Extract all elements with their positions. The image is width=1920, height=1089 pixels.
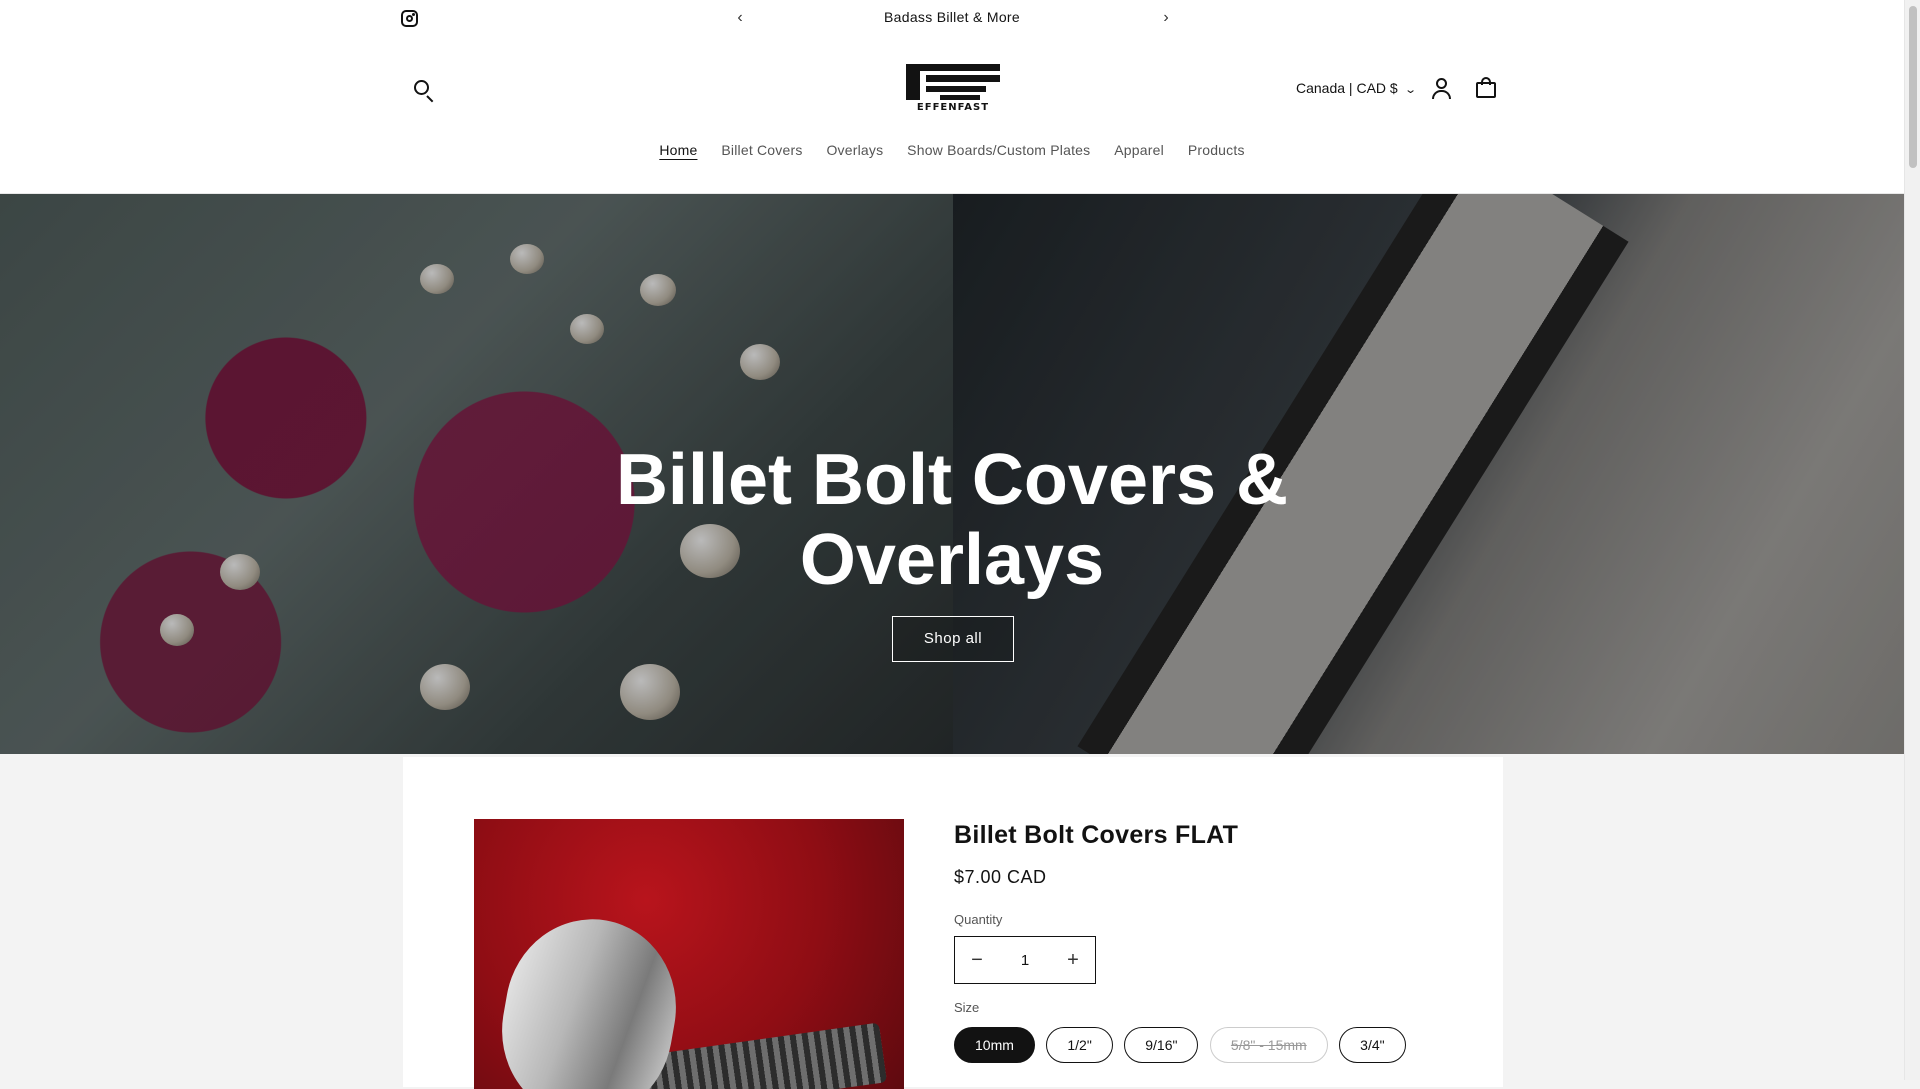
nav-item-products[interactable]: Products [1188,142,1245,158]
nav-item-apparel[interactable]: Apparel [1114,142,1164,158]
featured-product: Billet Bolt Covers FLAT $7.00 CAD Quanti… [403,757,1503,1089]
nav-item-overlays[interactable]: Overlays [826,142,883,158]
page-scrollbar[interactable] [1904,0,1920,1080]
site-header: EFFENFAST Canada | CAD $ ⌄ Home Billet Co… [0,36,1904,194]
nav-item-show-boards[interactable]: Show Boards/Custom Plates [907,142,1090,158]
quantity-increase-button[interactable]: + [1051,937,1095,983]
quantity-label: Quantity [954,912,1003,927]
size-options: 10mm 1/2" 9/16" 5/8" - 15mm 3/4" [954,1027,1514,1073]
search-icon[interactable] [410,76,438,104]
chevron-right-icon[interactable]: › [1156,8,1176,28]
nav-item-billet-covers[interactable]: Billet Covers [721,142,802,158]
cart-icon[interactable] [1474,76,1498,102]
product-price: $7.00 CAD [954,867,1047,887]
size-option[interactable]: 3/4" [1339,1027,1406,1063]
logo-wordmark: EFFENFAST [916,102,990,113]
announcement-message: Badass Billet & More [884,9,1020,25]
country-selector-label: Canada | CAD $ [1296,80,1398,96]
size-label: Size [954,1000,980,1015]
quantity-stepper: − + [954,936,1096,984]
announcement-bar: ‹ Badass Billet & More › [0,0,1904,36]
instagram-icon[interactable] [401,10,418,27]
main-nav: Home Billet Covers Overlays Show Boards/… [0,142,1904,158]
quantity-decrease-button[interactable]: − [955,937,999,983]
hero-title: Billet Bolt Covers & Overlays [615,440,1289,600]
country-selector[interactable]: Canada | CAD $ ⌄ [1296,80,1417,96]
chevron-down-icon: ⌄ [1403,84,1417,96]
page: ‹ Badass Billet & More › EFFENFAST Canad… [0,0,1904,1089]
size-option[interactable]: 10mm [954,1027,1035,1063]
site-logo[interactable]: EFFENFAST [906,64,1000,114]
size-option[interactable]: 9/16" [1124,1027,1199,1063]
nav-item-home[interactable]: Home [659,142,697,158]
size-option[interactable]: 1/2" [1046,1027,1113,1063]
quantity-input[interactable] [999,937,1051,983]
shop-all-button[interactable]: Shop all [892,616,1014,662]
account-icon[interactable] [1430,76,1454,102]
product-image[interactable] [474,819,904,1089]
chevron-left-icon[interactable]: ‹ [730,8,750,28]
size-option[interactable]: 5/8" - 15mm [1209,1027,1328,1063]
hero-banner: Billet Bolt Covers & Overlays Shop all [0,194,1904,754]
scrollbar-thumb[interactable] [1909,6,1917,168]
product-title: Billet Bolt Covers FLAT [954,821,1239,849]
